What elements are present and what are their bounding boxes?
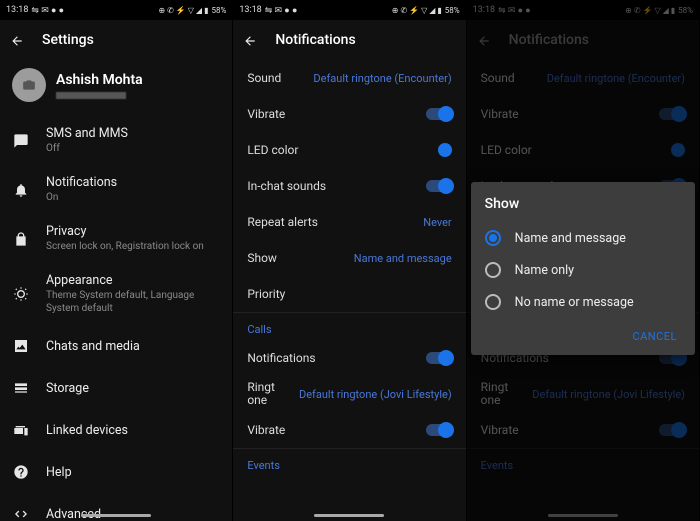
back-icon[interactable] xyxy=(10,33,24,47)
radio-name-and-message[interactable]: Name and message xyxy=(485,222,681,254)
storage-icon xyxy=(12,379,30,397)
sidebar-item-sms[interactable]: SMS and MMSOff xyxy=(0,116,232,165)
dialog-title: Show xyxy=(485,196,681,212)
radio-icon xyxy=(485,230,501,246)
page-title: Notifications xyxy=(275,32,355,48)
row-led[interactable]: LED color xyxy=(233,132,465,168)
help-icon xyxy=(12,463,30,481)
toggle-calls-vibrate[interactable] xyxy=(426,424,452,436)
row-calls-ringtone[interactable]: Ringt one Default ringtone (Jovi Lifesty… xyxy=(233,376,465,412)
row-priority[interactable]: Priority xyxy=(233,276,465,312)
sidebar-item-linked[interactable]: Linked devices xyxy=(0,409,232,451)
status-bar: 13:18 ⇋ ✉ ● ● ⊕ ✆ ⚡ ▽ ◢ ▮ 58% xyxy=(0,0,232,20)
section-events: Events xyxy=(233,449,465,476)
nav-pill[interactable] xyxy=(81,514,151,517)
camera-icon xyxy=(22,78,36,92)
row-sound[interactable]: Sound Default ringtone (Encounter) xyxy=(233,60,465,96)
sidebar-item-help[interactable]: Help xyxy=(0,451,232,493)
row-calls-vibrate[interactable]: Vibrate xyxy=(233,412,465,448)
status-right-icons: ⊕ ✆ ⚡ ▽ ◢ ▮ xyxy=(158,6,208,15)
chat-bubble-icon xyxy=(12,132,30,150)
back-icon[interactable] xyxy=(243,33,257,47)
profile-sub-redacted xyxy=(56,92,126,99)
row-show[interactable]: Show Name and message xyxy=(233,240,465,276)
brightness-icon xyxy=(12,285,30,303)
sidebar-item-chats[interactable]: Chats and media xyxy=(0,325,232,367)
lock-icon xyxy=(12,230,30,248)
radio-icon xyxy=(485,262,501,278)
page-title: Settings xyxy=(42,32,94,48)
screen-notifications-dialog: 13:18⇋ ✉ ● ● ⊕ ✆ ⚡ ▽ ◢ ▮58% Notification… xyxy=(467,0,700,521)
radio-name-only[interactable]: Name only xyxy=(485,254,681,286)
toggle-calls-notif[interactable] xyxy=(426,352,452,364)
sidebar-item-privacy[interactable]: PrivacyScreen lock on, Registration lock… xyxy=(0,214,232,263)
nav-bar xyxy=(0,509,232,521)
profile-name: Ashish Mohta xyxy=(56,72,143,88)
status-bar: 13:18⇋ ✉ ● ● ⊕ ✆ ⚡ ▽ ◢ ▮58% xyxy=(233,0,465,20)
show-dialog: Show Name and message Name only No name … xyxy=(471,182,695,355)
nav-pill[interactable] xyxy=(314,514,384,517)
app-bar: Settings xyxy=(0,20,232,60)
sidebar-item-storage[interactable]: Storage xyxy=(0,367,232,409)
app-bar: Notifications xyxy=(233,20,465,60)
row-calls-notif[interactable]: Notifications xyxy=(233,340,465,376)
bell-icon xyxy=(12,181,30,199)
avatar xyxy=(12,68,46,102)
devices-icon xyxy=(12,421,30,439)
section-calls: Calls xyxy=(233,313,465,340)
nav-bar xyxy=(233,509,465,521)
sidebar-item-appearance[interactable]: AppearanceTheme System default, Language… xyxy=(0,263,232,325)
screen-settings: 13:18 ⇋ ✉ ● ● ⊕ ✆ ⚡ ▽ ◢ ▮ 58% Settings A… xyxy=(0,0,233,521)
row-repeat[interactable]: Repeat alerts Never xyxy=(233,204,465,240)
row-inchat[interactable]: In-chat sounds xyxy=(233,168,465,204)
image-icon xyxy=(12,337,30,355)
profile-row[interactable]: Ashish Mohta xyxy=(0,60,232,116)
radio-icon xyxy=(485,294,501,310)
sidebar-item-notifications[interactable]: NotificationsOn xyxy=(0,165,232,214)
row-vibrate[interactable]: Vibrate xyxy=(233,96,465,132)
screen-notifications: 13:18⇋ ✉ ● ● ⊕ ✆ ⚡ ▽ ◢ ▮58% Notification… xyxy=(233,0,466,521)
radio-no-name[interactable]: No name or message xyxy=(485,286,681,318)
toggle-vibrate[interactable] xyxy=(426,108,452,120)
led-dot[interactable] xyxy=(438,143,452,157)
cancel-button[interactable]: CANCEL xyxy=(628,324,681,349)
toggle-inchat[interactable] xyxy=(426,180,452,192)
status-battery: 58% xyxy=(211,6,226,15)
status-time: 13:18 xyxy=(6,5,28,15)
status-left-icons: ⇋ ✉ ● ● xyxy=(31,5,64,16)
